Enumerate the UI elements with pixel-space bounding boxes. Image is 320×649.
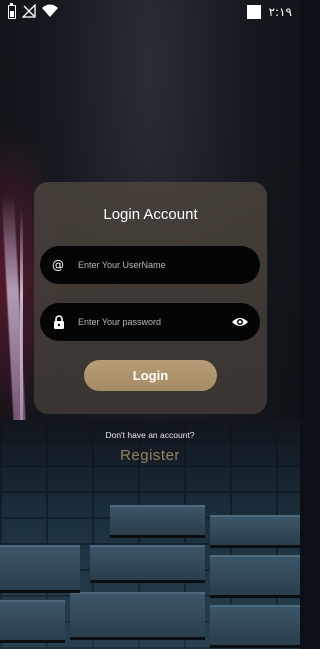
floor-tile	[210, 605, 300, 645]
floor-tile	[210, 515, 300, 545]
password-field[interactable]	[40, 303, 260, 341]
status-left-icons	[8, 2, 58, 22]
password-input[interactable]	[78, 317, 230, 327]
username-field[interactable]: @	[40, 246, 260, 284]
notification-square-icon	[246, 5, 261, 19]
battery-icon	[8, 3, 16, 19]
status-right: ٢:١٩	[246, 5, 292, 19]
no-signal-icon	[21, 2, 36, 22]
floor-tile	[0, 545, 80, 590]
wifi-icon	[42, 3, 58, 22]
lock-icon	[52, 315, 66, 329]
floor-tile	[70, 592, 205, 637]
username-input[interactable]	[78, 260, 260, 270]
at-icon: @	[52, 258, 64, 272]
card-title: Login Account	[103, 206, 198, 223]
login-button[interactable]: Login	[84, 360, 217, 391]
status-time: ٢:١٩	[268, 5, 292, 19]
floor-tile	[90, 545, 205, 580]
floor-tile	[210, 555, 300, 595]
floor-tile	[0, 600, 65, 640]
eye-icon[interactable]	[230, 316, 250, 328]
status-bar: ٢:١٩	[0, 0, 300, 24]
floor-tile	[110, 505, 205, 535]
light-beam-thin	[20, 210, 23, 420]
no-account-text: Don't have an account?	[105, 430, 195, 440]
register-link[interactable]: Register	[0, 447, 300, 464]
